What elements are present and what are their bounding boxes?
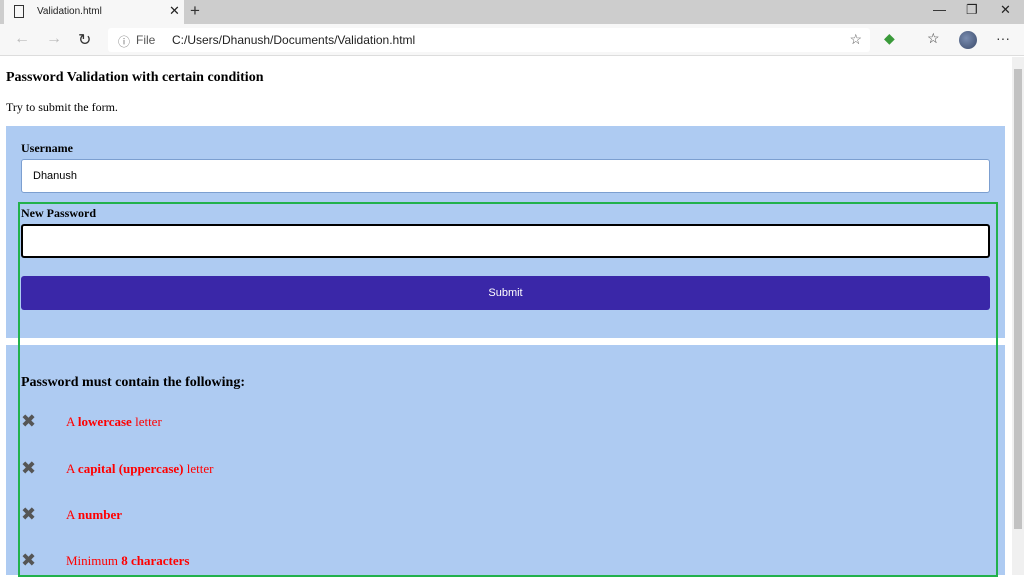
page-content: Password Validation with certain conditi… — [0, 57, 1012, 577]
restore-button[interactable]: ❐ — [966, 2, 978, 18]
minimize-button[interactable]: — — [933, 2, 946, 17]
new-tab-button[interactable]: + — [190, 1, 200, 21]
hint-text: Try to submit the form. — [6, 100, 118, 114]
page-title: Password Validation with certain conditi… — [6, 70, 264, 85]
username-input[interactable]: Dhanush — [21, 159, 990, 193]
favorites-icon[interactable]: ☆ — [927, 30, 940, 47]
more-menu-icon[interactable]: ··· — [996, 30, 1010, 46]
browser-tab[interactable]: Validation.html ✕ — [4, 0, 184, 24]
close-window-button[interactable]: ✕ — [1000, 2, 1011, 18]
scrollbar-thumb[interactable] — [1014, 69, 1022, 529]
username-label: Username — [21, 141, 73, 155]
tab-bar: Validation.html ✕ + — ❐ ✕ — [0, 0, 1024, 24]
extension-icon[interactable]: ◆ — [884, 30, 895, 47]
address-bar[interactable]: ⓘ File C:/Users/Dhanush/Documents/Valida… — [108, 28, 870, 52]
refresh-button[interactable]: ↻ — [78, 30, 91, 50]
info-icon[interactable]: ⓘ — [118, 33, 130, 50]
focus-outline — [18, 202, 998, 577]
back-button[interactable]: ← — [14, 30, 30, 48]
document-icon — [14, 5, 24, 18]
tab-title: Validation.html — [37, 6, 102, 17]
avatar[interactable] — [959, 31, 977, 49]
favorite-star-icon[interactable]: ☆ — [849, 31, 862, 48]
url-text[interactable]: C:/Users/Dhanush/Documents/Validation.ht… — [172, 33, 415, 47]
url-scheme: File — [136, 33, 156, 47]
close-tab-icon[interactable]: ✕ — [169, 3, 180, 19]
forward-button[interactable]: → — [46, 30, 62, 48]
scrollbar[interactable] — [1012, 57, 1024, 575]
address-toolbar: ← → ↻ ⓘ File C:/Users/Dhanush/Documents/… — [0, 24, 1024, 56]
